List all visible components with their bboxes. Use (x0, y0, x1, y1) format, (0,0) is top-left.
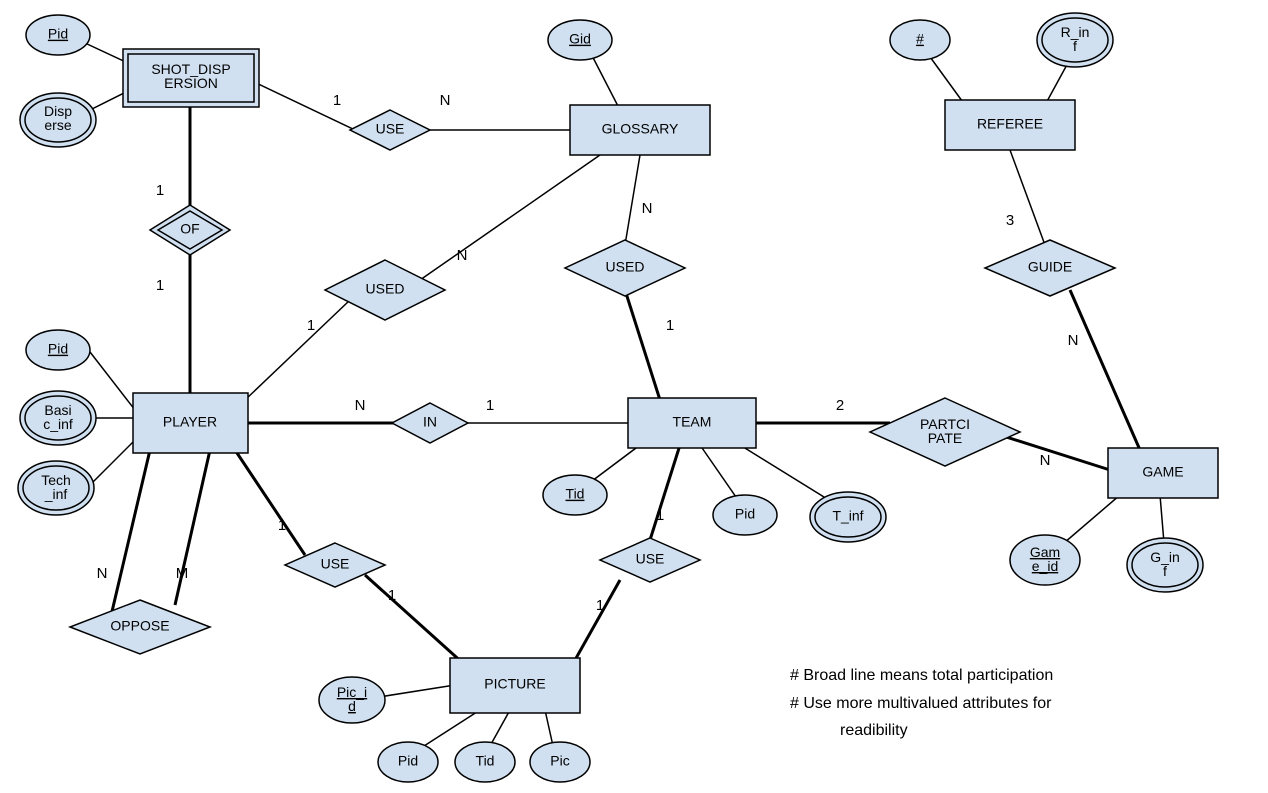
attr-gid-label: Gid (569, 31, 591, 47)
attr-disperse-label: Disperse (44, 103, 72, 133)
entity-referee: REFEREE (945, 100, 1075, 150)
attr-pid-pic-label: Pid (398, 753, 418, 769)
card-used2-t: N (642, 200, 653, 217)
rel-of: OF (150, 205, 230, 255)
rel-used1: USED (325, 260, 445, 320)
card-of-b: 1 (156, 277, 164, 294)
attr-tid-label: Tid (566, 486, 585, 502)
card-in-r: 1 (486, 397, 494, 414)
card-of-t: 1 (156, 182, 164, 199)
card-used1-r: N (457, 247, 468, 264)
entity-glossary: GLOSSARY (570, 105, 710, 155)
attr-pid-player-label: Pid (48, 341, 68, 357)
entity-player: PLAYER (133, 393, 248, 453)
entity-team: TEAM (628, 398, 756, 448)
attr-pid-player: Pid (26, 330, 90, 370)
rel-used2: USED (565, 240, 685, 296)
rel-use1-label: USE (376, 121, 405, 137)
attr-tid: Tid (543, 475, 607, 515)
attr-gid: Gid (548, 20, 612, 60)
attr-pid-sd-label: Pid (48, 26, 68, 42)
rel-use1: USE (350, 110, 430, 150)
entity-game-label: GAME (1142, 464, 1183, 480)
attr-tech-inf: Tech_inf (18, 461, 94, 515)
card-use1-r: N (440, 92, 451, 109)
attr-basic-inf-label: Basic_inf (43, 402, 73, 432)
card-used2-b: 1 (666, 317, 674, 334)
attr-ref-num: # (890, 20, 950, 60)
entity-picture-label: PICTURE (484, 676, 545, 692)
card-in-l: N (355, 397, 366, 414)
note-3: readibility (840, 722, 908, 739)
attr-pid-team-label: Pid (735, 506, 755, 522)
rel-of-label: OF (180, 221, 199, 237)
attr-game-id: Game_id (1010, 535, 1080, 585)
entity-team-label: TEAM (673, 414, 712, 430)
card-oppose-r: M (176, 565, 189, 582)
note-1: # Broad line means total participation (790, 667, 1053, 684)
entity-game: GAME (1108, 448, 1218, 498)
attr-pid-sd: Pid (26, 15, 90, 55)
rel-used1-label: USED (366, 281, 405, 297)
entity-glossary-label: GLOSSARY (602, 121, 679, 137)
rel-used2-label: USED (606, 259, 645, 275)
attr-g-inf: G_inf (1127, 538, 1203, 592)
rel-use3: USE (600, 538, 700, 582)
card-use3-t: 1 (656, 507, 664, 524)
rel-in: IN (392, 403, 468, 443)
rel-oppose: OPPOSE (70, 600, 210, 654)
rel-guide-label: GUIDE (1028, 259, 1072, 275)
attr-pic-label: Pic (550, 753, 569, 769)
card-use3-b: 1 (596, 597, 604, 614)
card-part-l: 2 (836, 397, 844, 414)
card-use1-l: 1 (333, 92, 341, 109)
attr-pid-team: Pid (713, 495, 777, 535)
card-use2-b: 1 (388, 587, 396, 604)
entity-referee-label: REFEREE (977, 116, 1043, 132)
attr-basic-inf: Basic_inf (20, 391, 96, 445)
card-used1-l: 1 (307, 317, 315, 334)
entity-picture: PICTURE (450, 658, 580, 713)
attr-r-inf: R_inf (1037, 13, 1113, 67)
attr-tid-pic-label: Tid (476, 753, 495, 769)
attr-t-inf: T_inf (810, 492, 886, 542)
attr-t-inf-label: T_inf (832, 508, 863, 524)
card-guide-t: 3 (1006, 212, 1014, 229)
er-diagram: SHOT_DISPERSION GLOSSARY REFEREE PLAYER … (0, 0, 1268, 793)
card-guide-b: N (1068, 332, 1079, 349)
attr-tech-inf-label: Tech_inf (41, 472, 71, 502)
rel-participate: PARTCIPATE (870, 398, 1020, 466)
card-oppose-l: N (97, 565, 108, 582)
note-2: # Use more multivalued attributes for (790, 695, 1052, 712)
attr-game-id-label: Game_id (1030, 544, 1060, 574)
attr-tid-pic: Tid (455, 742, 515, 782)
rel-oppose-label: OPPOSE (110, 618, 169, 634)
rel-in-label: IN (423, 414, 437, 430)
rel-use2-label: USE (321, 556, 350, 572)
attr-ref-num-label: # (916, 31, 924, 47)
entity-player-label: PLAYER (163, 414, 217, 430)
entity-shot-dispersion: SHOT_DISPERSION (123, 49, 259, 107)
attr-pic-id: Pic_id (319, 677, 385, 723)
rel-use3-label: USE (636, 551, 665, 567)
card-part-r: N (1040, 452, 1051, 469)
rel-guide: GUIDE (985, 240, 1115, 296)
attr-pic: Pic (530, 742, 590, 782)
attr-pid-pic: Pid (378, 742, 438, 782)
card-use2-t: 1 (278, 517, 286, 534)
attr-disperse: Disperse (20, 93, 96, 147)
